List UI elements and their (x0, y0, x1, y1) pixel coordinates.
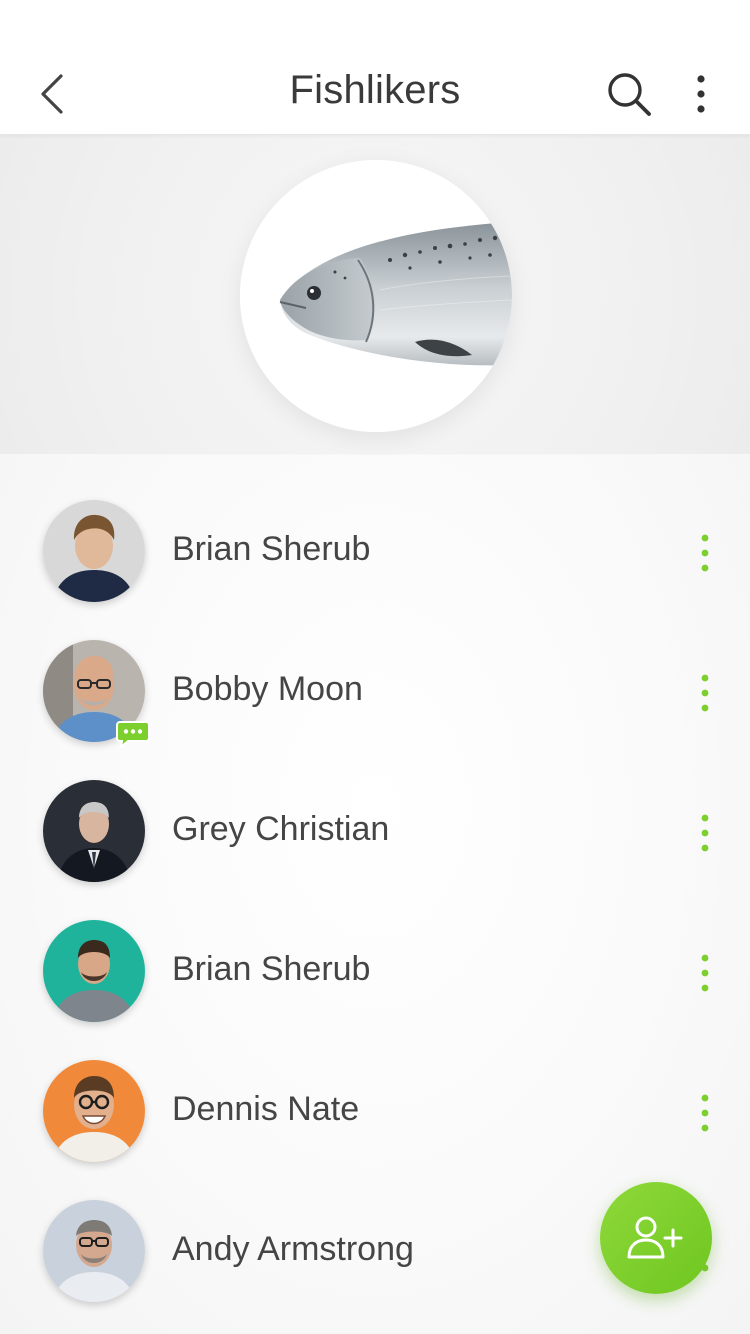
member-name: Brian Sherub (172, 950, 371, 988)
avatar[interactable] (43, 920, 145, 1022)
list-item[interactable]: Dennis Nate (0, 1015, 750, 1162)
more-vertical-icon (701, 1094, 709, 1132)
more-vertical-icon (701, 954, 709, 992)
list-item[interactable]: Grey Christian (0, 735, 750, 882)
member-options-button[interactable] (690, 808, 720, 858)
member-name: Bobby Moon (172, 670, 363, 708)
list-item[interactable]: Bobby Moon (0, 595, 750, 748)
fish-image (240, 160, 512, 432)
avatar[interactable] (43, 780, 145, 882)
member-options-button[interactable] (690, 528, 720, 578)
group-header (0, 135, 750, 454)
more-options-button[interactable] (684, 68, 718, 120)
more-vertical-icon (701, 814, 709, 852)
avatar[interactable] (43, 1200, 145, 1302)
member-name: Grey Christian (172, 810, 390, 848)
avatar-photo (43, 500, 145, 602)
avatar[interactable] (43, 500, 145, 602)
add-member-button[interactable] (600, 1182, 712, 1294)
avatar-photo (43, 920, 145, 1022)
search-icon (608, 73, 651, 116)
member-name: Brian Sherub (172, 530, 371, 568)
list-item[interactable]: Brian Sherub (0, 875, 750, 1022)
search-button[interactable] (603, 68, 655, 120)
member-options-button[interactable] (690, 668, 720, 718)
add-user-icon (627, 1216, 683, 1259)
member-name: Dennis Nate (172, 1090, 360, 1128)
member-options-button[interactable] (690, 948, 720, 998)
app-header: Fishlikers (0, 0, 750, 135)
avatar-photo (43, 780, 145, 882)
member-options-button[interactable] (690, 1088, 720, 1138)
chat-bubble-icon (116, 721, 150, 748)
group-avatar[interactable] (240, 160, 512, 432)
more-vertical-icon (701, 534, 709, 572)
avatar-photo (43, 1200, 145, 1302)
list-item[interactable]: Brian Sherub (0, 455, 750, 602)
avatar-photo (43, 1060, 145, 1162)
more-vertical-icon (697, 75, 705, 113)
avatar[interactable] (43, 1060, 145, 1162)
more-vertical-icon (701, 674, 709, 712)
member-name: Andy Armstrong (172, 1230, 414, 1268)
